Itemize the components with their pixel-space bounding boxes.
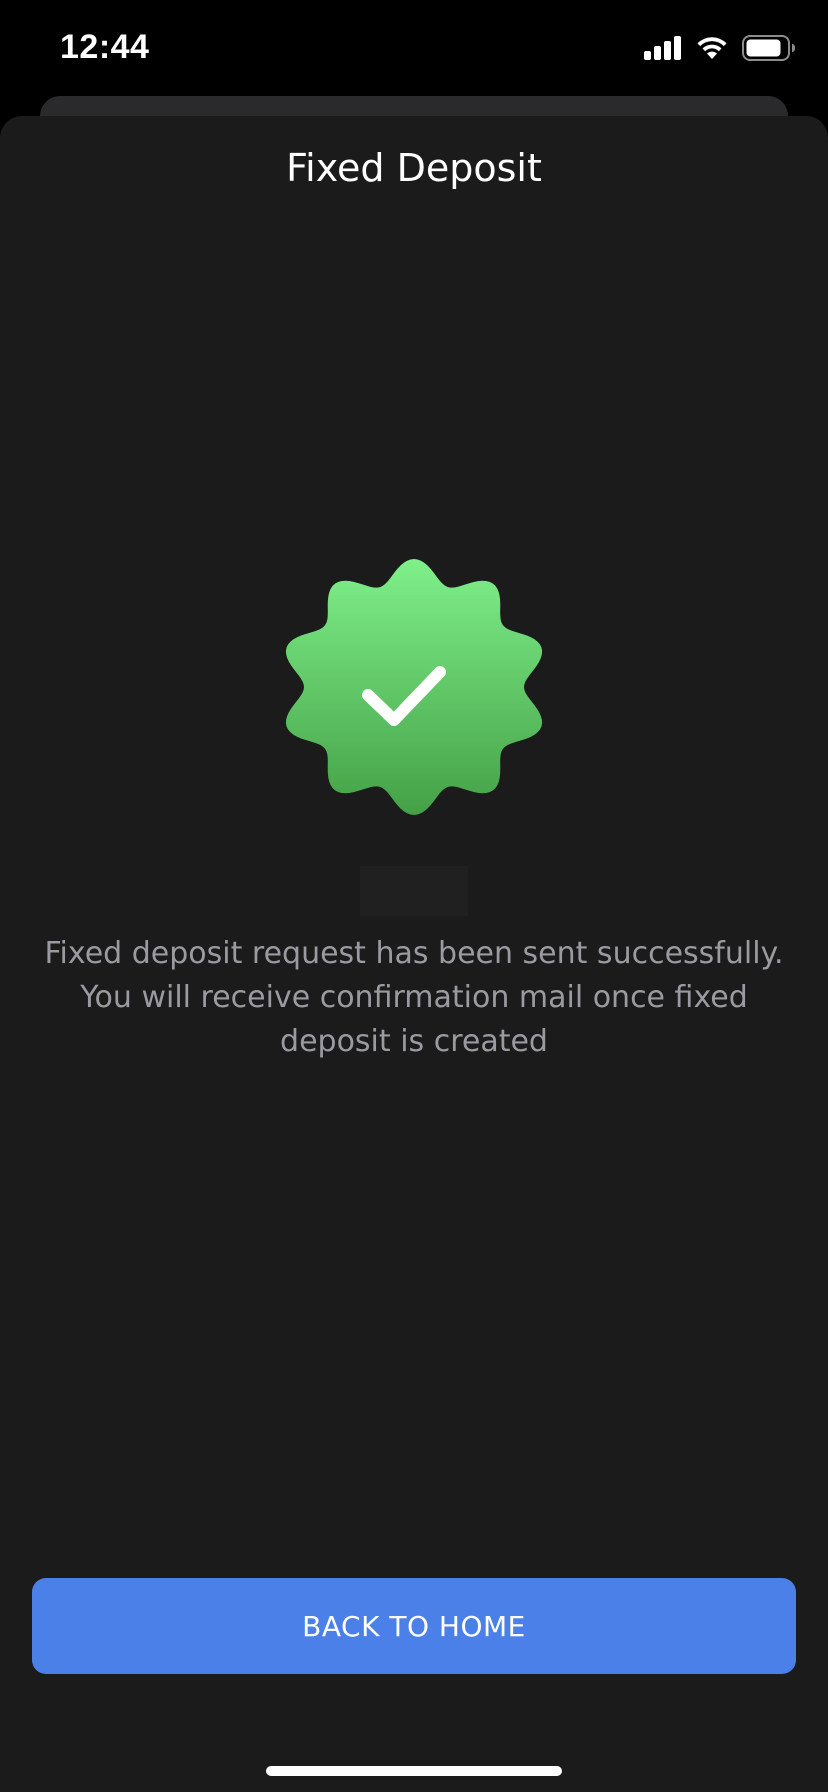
status-bar: 12:44 <box>0 0 828 100</box>
wifi-icon <box>696 36 728 64</box>
status-time: 12:44 <box>60 28 150 66</box>
page-title: Fixed Deposit <box>286 146 542 190</box>
screen: 12:44 Fixed Deposit Fixed deposit reques… <box>0 0 828 1792</box>
placeholder-block <box>360 866 468 916</box>
success-message: Fixed deposit request has been sent succ… <box>44 936 784 1059</box>
cellular-signal-icon <box>644 36 682 64</box>
success-badge-check-icon <box>276 556 552 820</box>
status-icons <box>644 35 796 65</box>
home-indicator <box>266 1766 562 1776</box>
modal-sheet: Fixed Deposit Fixed deposit request has … <box>0 116 828 1792</box>
battery-icon <box>742 35 796 65</box>
back-to-home-button[interactable]: BACK TO HOME <box>32 1578 796 1674</box>
